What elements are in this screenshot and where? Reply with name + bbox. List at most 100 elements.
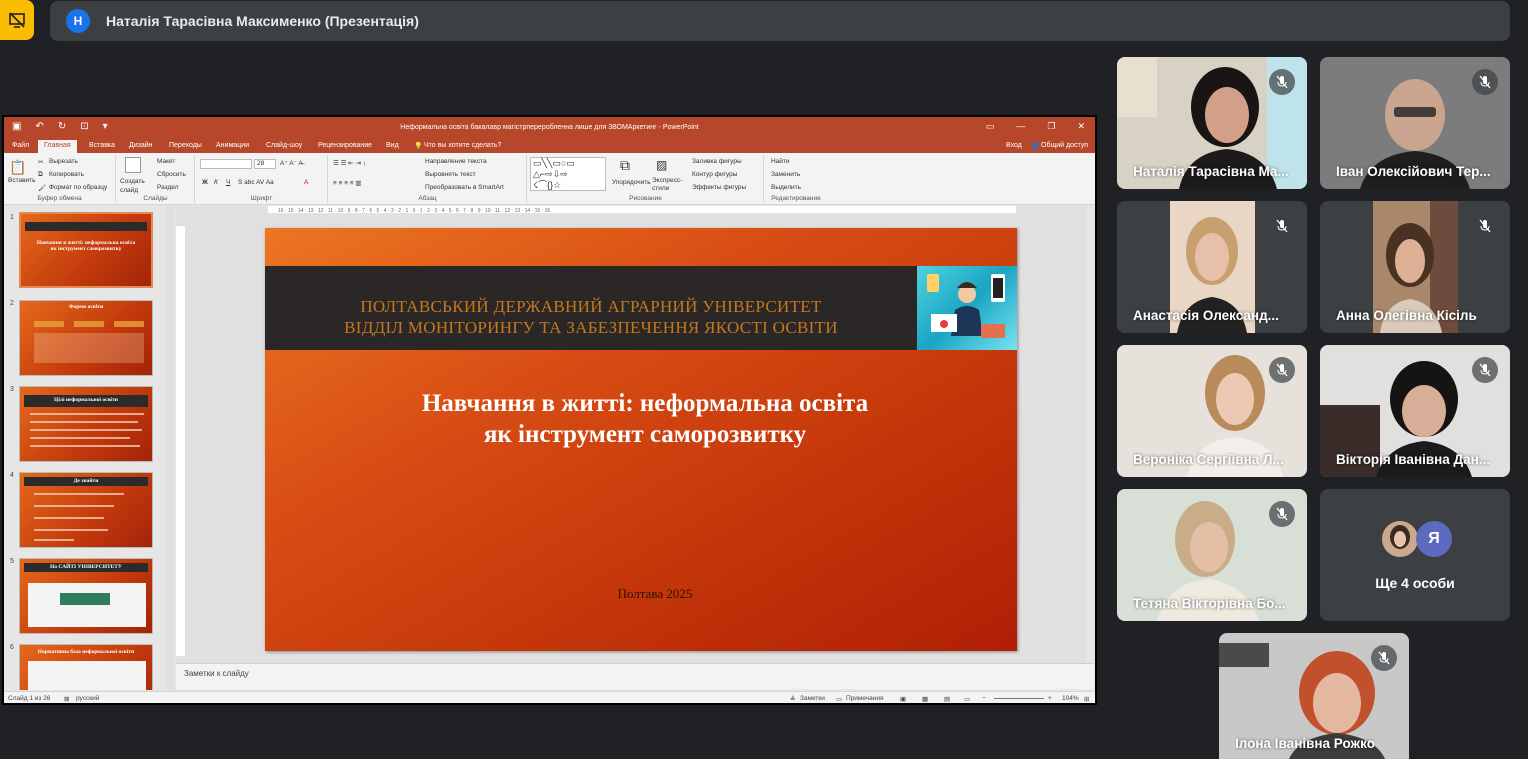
- status-bar: Слайд 1 из 26 ⊠ русский ≜ Заметки ▭ Прим…: [4, 691, 1095, 703]
- tab-slideshow[interactable]: Слайд-шоу: [266, 142, 302, 149]
- notes-icon[interactable]: ≜: [790, 695, 795, 703]
- format-painter-icon[interactable]: 🖌: [38, 184, 46, 192]
- thumbnail-slide[interactable]: Нормативна база неформальної освіти: [19, 644, 153, 690]
- copy-icon[interactable]: ⧉: [38, 171, 43, 179]
- spellcheck-icon[interactable]: ⊠: [64, 695, 69, 703]
- font-color-icon[interactable]: A: [304, 179, 308, 186]
- slide-sorter-icon[interactable]: ▦: [922, 695, 928, 703]
- vertical-ruler: [176, 226, 185, 656]
- font-name-box[interactable]: [200, 159, 252, 169]
- arrange-icon[interactable]: ⧉: [620, 157, 630, 174]
- quick-styles-icon[interactable]: ▨: [656, 158, 667, 172]
- thumbnail-slide[interactable]: Форми освіти: [19, 300, 153, 376]
- tab-transitions[interactable]: Переходы: [169, 142, 202, 149]
- participant-name: Наталія Тарасівна Ма...: [1133, 164, 1289, 179]
- participant-tile[interactable]: Анна Олегівна Кісіль: [1320, 201, 1510, 333]
- section-button[interactable]: Раздел: [157, 184, 178, 191]
- zoom-slider[interactable]: [994, 698, 1044, 699]
- shape-fill-button[interactable]: Заливка фигуры: [692, 158, 742, 165]
- share-button[interactable]: Общий доступ: [1041, 142, 1088, 149]
- normal-view-icon[interactable]: ▣: [900, 695, 906, 703]
- bold-icon[interactable]: Ж: [202, 179, 208, 186]
- shape-outline-button[interactable]: Контур фигуры: [692, 171, 737, 178]
- underline-icon[interactable]: Ч: [226, 179, 230, 186]
- slideshow-view-icon[interactable]: ▭: [964, 695, 970, 703]
- signin-link[interactable]: Вход: [1006, 142, 1022, 149]
- format-painter-button[interactable]: Формат по образцу: [49, 184, 107, 191]
- participant-tile[interactable]: Вікторія Іванівна Дан...: [1320, 345, 1510, 477]
- thumbnail-scrollbar[interactable]: [166, 206, 174, 690]
- minimize-icon[interactable]: —: [1016, 121, 1025, 132]
- mic-off-icon: [1269, 69, 1295, 95]
- editor-scrollbar[interactable]: [1086, 206, 1094, 666]
- replace-button[interactable]: Заменить: [771, 171, 800, 178]
- thumb-number: 3: [10, 386, 14, 393]
- current-slide[interactable]: ПОЛТАВСЬКИЙ ДЕРЖАВНИЙ АГРАРНИЙ УНІВЕРСИТ…: [265, 228, 1017, 651]
- shapes-gallery[interactable]: ▭╲╲▭○▭ △⌐⇨⇩⇨ ☇⌒{}☆: [530, 157, 606, 191]
- shape-effects-button[interactable]: Эффекты фигуры: [692, 184, 746, 191]
- thumbnail-slide[interactable]: Де знайти: [19, 472, 153, 548]
- quick-styles-button[interactable]: Экспресс-стили: [652, 177, 684, 193]
- italic-icon[interactable]: К: [214, 179, 218, 186]
- bullets-icon[interactable]: ☰ ☰ ⇤ ⇥ ↕: [333, 159, 366, 167]
- tab-home[interactable]: Главная: [38, 140, 77, 153]
- participant-tile[interactable]: Ілона Іванівна Рожко: [1219, 633, 1409, 759]
- participant-avatar: Я: [1416, 521, 1452, 557]
- editing-group: Найти Заменить Выделить Редактирование: [765, 155, 827, 203]
- thumbnail-slide[interactable]: Навчання в житті: неформальна освіта як …: [19, 212, 153, 288]
- font-size-box[interactable]: 28: [254, 159, 276, 169]
- paragraph-group: ☰ ☰ ⇤ ⇥ ↕ ≡ ≡ ≡ ≡ ▥ Направление текста В…: [329, 155, 527, 203]
- thumbnail-slide[interactable]: Цілі неформальної освіти: [19, 386, 153, 462]
- thumbnail-slide[interactable]: На САЙТІ УНІВЕРСИТЕТУ: [19, 558, 153, 634]
- zoom-in-icon[interactable]: +: [1048, 695, 1052, 702]
- more-participants-tile[interactable]: Я Ще 4 особи: [1320, 489, 1510, 621]
- strikethrough-icon[interactable]: S abc AV Aa: [238, 179, 274, 186]
- cut-icon[interactable]: ✂: [38, 158, 43, 166]
- ppt-title-bar: ▣ ↶ ↻ ⊡ ▾ Неформальна освіта бакалавр ма…: [4, 117, 1095, 139]
- grow-font-icon[interactable]: A⁺ A⁻ A̶: [280, 159, 303, 167]
- reset-button[interactable]: Сбросить: [157, 171, 186, 178]
- svg-text:16 · 15 · 14 · 13 · 12 · 11 ·: 16 · 15 · 14 · 13 · 12 · 11 · 10 · 9 · 8…: [278, 208, 550, 214]
- tab-view[interactable]: Вид: [386, 142, 399, 149]
- fit-slide-icon[interactable]: ⊞: [1084, 695, 1089, 703]
- new-slide-icon[interactable]: [125, 157, 141, 173]
- presenting-icon[interactable]: [0, 0, 34, 40]
- comments-button[interactable]: Примечания: [846, 695, 884, 702]
- participant-tile[interactable]: Анастасія Олександ...: [1117, 201, 1307, 333]
- close-icon[interactable]: ✕: [1077, 121, 1085, 132]
- participant-tile[interactable]: Іван Олексійович Тер...: [1320, 57, 1510, 189]
- tab-design[interactable]: Дизайн: [129, 142, 153, 149]
- find-button[interactable]: Найти: [771, 158, 790, 165]
- comments-icon[interactable]: ▭: [836, 695, 842, 703]
- paste-icon[interactable]: 📋: [9, 159, 26, 176]
- tab-file[interactable]: Файл: [12, 142, 29, 149]
- new-slide-button[interactable]: Создать слайд: [120, 177, 150, 195]
- zoom-level[interactable]: 104%: [1062, 695, 1079, 702]
- arrange-button[interactable]: Упорядочить: [612, 179, 651, 186]
- participant-tile[interactable]: Тетяна Вікторівна Бо...: [1117, 489, 1307, 621]
- copy-button[interactable]: Копировать: [49, 171, 84, 178]
- tab-animations[interactable]: Анимации: [216, 142, 249, 149]
- layout-button[interactable]: Макет: [157, 158, 175, 165]
- maximize-icon[interactable]: ❐: [1047, 121, 1055, 132]
- notes-pane[interactable]: Заметки к слайду: [176, 663, 1094, 689]
- participant-tile[interactable]: Вероніка Сергіївна Л...: [1117, 345, 1307, 477]
- cut-button[interactable]: Вырезать: [49, 158, 78, 165]
- reading-view-icon[interactable]: ▤: [944, 695, 950, 703]
- zoom-out-icon[interactable]: −: [982, 695, 986, 702]
- tell-me-icon[interactable]: 💡: [414, 142, 423, 150]
- participant-tile[interactable]: Наталія Тарасівна Ма...: [1117, 57, 1307, 189]
- align-icon[interactable]: ≡ ≡ ≡ ≡ ▥: [333, 179, 362, 187]
- ribbon-display-icon[interactable]: ▭: [986, 121, 995, 132]
- smartart-button[interactable]: Преобразовать в SmartArt: [425, 184, 504, 191]
- paste-button[interactable]: Вставить: [8, 177, 36, 184]
- notes-button[interactable]: Заметки: [800, 695, 825, 702]
- select-button[interactable]: Выделить: [771, 184, 801, 191]
- align-text-button[interactable]: Выровнять текст: [425, 171, 476, 178]
- tab-insert[interactable]: Вставка: [89, 142, 115, 149]
- share-icon[interactable]: 👤: [1031, 142, 1040, 150]
- slides-group: Создать слайд Макет Сбросить Раздел Слай…: [117, 155, 195, 203]
- text-direction-button[interactable]: Направление текста: [425, 158, 487, 165]
- tab-review[interactable]: Рецензирование: [318, 142, 372, 149]
- tell-me-input[interactable]: Что вы хотите сделать?: [424, 142, 501, 149]
